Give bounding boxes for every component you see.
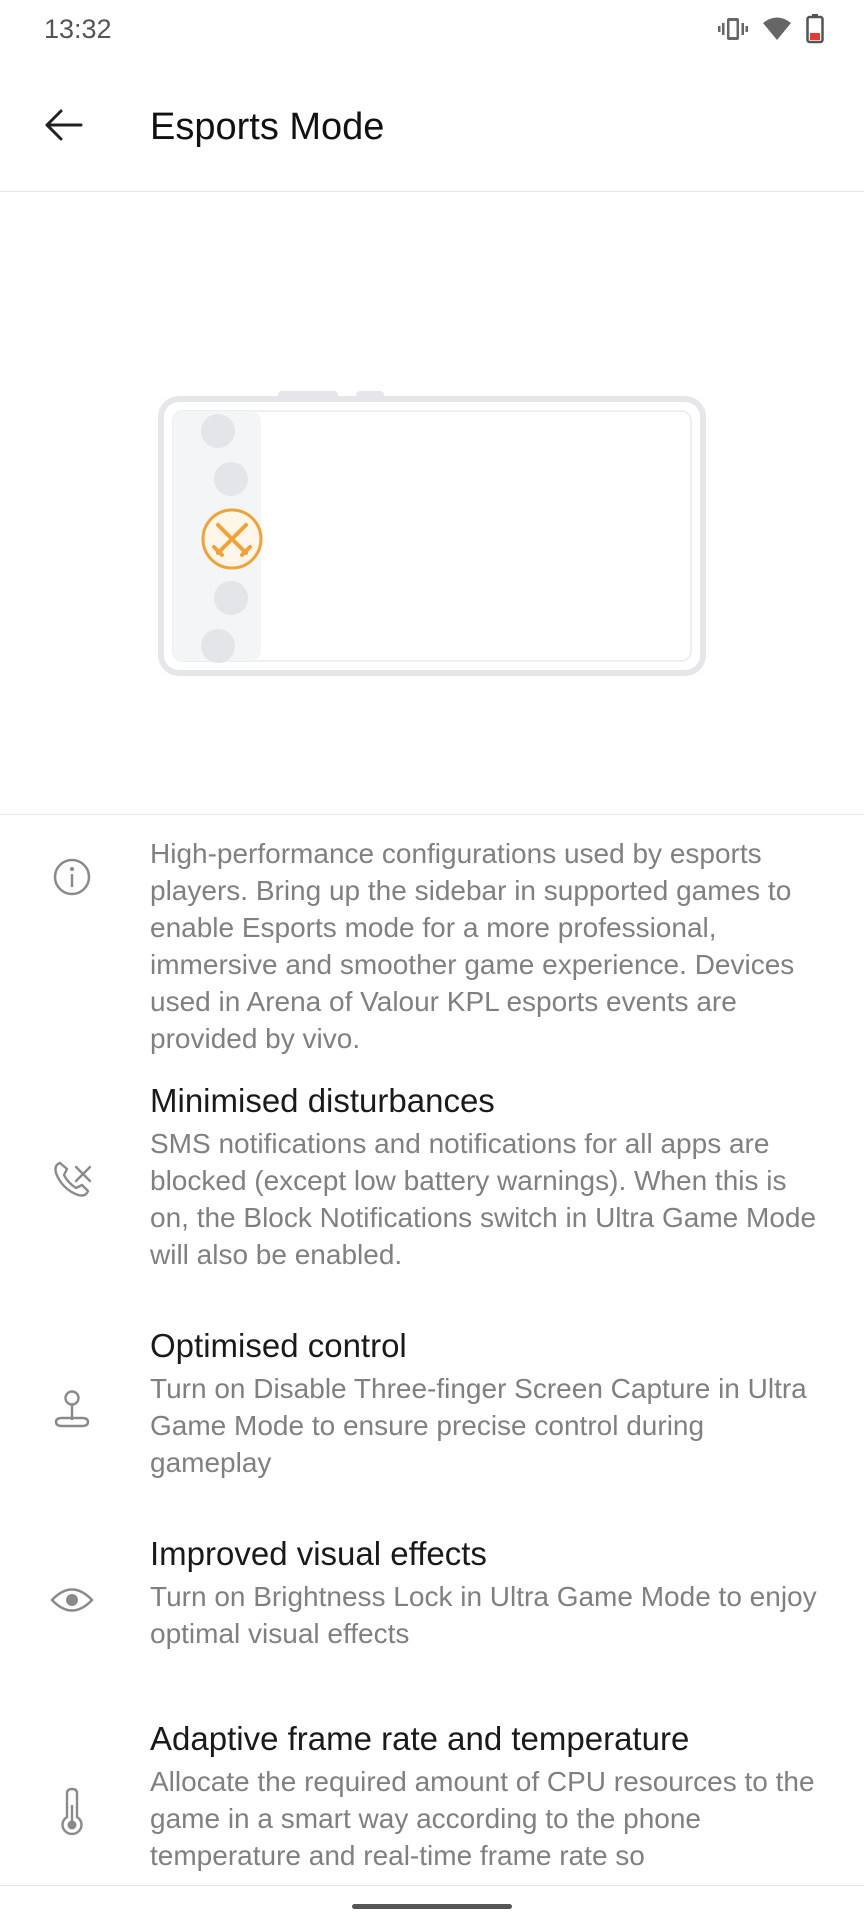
wifi-icon bbox=[762, 16, 792, 47]
info-text-block: High-performance configurations used by … bbox=[150, 835, 830, 1057]
esports-icon bbox=[201, 508, 263, 570]
content-list: High-performance configurations used by … bbox=[0, 815, 864, 1885]
thermometer-icon bbox=[48, 1787, 96, 1835]
feature-row-optimised-control: Optimised control Turn on Disable Three-… bbox=[0, 1324, 864, 1504]
joystick-icon bbox=[48, 1386, 96, 1434]
gesture-bar bbox=[0, 1885, 864, 1920]
feature-title: Minimised disturbances bbox=[150, 1082, 495, 1119]
info-icon bbox=[48, 853, 96, 901]
feature-row-minimised-disturbances: Minimised disturbances SMS notifications… bbox=[0, 1079, 864, 1299]
info-text: High-performance configurations used by … bbox=[150, 838, 795, 1054]
home-indicator[interactable] bbox=[352, 1904, 512, 1909]
app-bar: Esports Mode bbox=[0, 62, 864, 192]
phone-muted-icon bbox=[48, 1155, 96, 1203]
feature-title: Adaptive frame rate and temperature bbox=[150, 1720, 690, 1757]
feature-row-adaptive-frame-rate: Adaptive frame rate and temperature Allo… bbox=[0, 1717, 864, 1885]
status-time: 13:32 bbox=[44, 14, 112, 44]
back-arrow-icon bbox=[43, 108, 83, 147]
feature-row-improved-visual-effects: Improved visual effects Turn on Brightne… bbox=[0, 1532, 864, 1672]
esports-mode-screen: 13:32 Esports Mode High-performance conf… bbox=[0, 0, 864, 1920]
eye-icon bbox=[48, 1576, 96, 1624]
status-icons bbox=[718, 13, 824, 49]
battery-icon bbox=[806, 13, 824, 49]
hero-illustration bbox=[0, 193, 864, 815]
vibrate-icon bbox=[718, 15, 748, 48]
info-row: High-performance configurations used by … bbox=[0, 835, 864, 1065]
feature-text-block: Adaptive frame rate and temperature Allo… bbox=[150, 1717, 830, 1874]
feature-text-block: Improved visual effects Turn on Brightne… bbox=[150, 1532, 830, 1652]
feature-title: Optimised control bbox=[150, 1327, 407, 1364]
feature-description: Turn on Brightness Lock in Ultra Game Mo… bbox=[150, 1581, 817, 1649]
feature-description: Allocate the required amount of CPU reso… bbox=[150, 1766, 815, 1871]
feature-text-block: Optimised control Turn on Disable Three-… bbox=[150, 1324, 830, 1481]
page-title: Esports Mode bbox=[150, 106, 385, 148]
feature-description: SMS notifications and notifications for … bbox=[150, 1128, 817, 1270]
feature-text-block: Minimised disturbances SMS notifications… bbox=[150, 1079, 830, 1273]
feature-description: Turn on Disable Three-finger Screen Capt… bbox=[150, 1373, 807, 1478]
status-bar: 13:32 bbox=[0, 0, 864, 62]
feature-title: Improved visual effects bbox=[150, 1535, 487, 1572]
back-button[interactable] bbox=[28, 92, 98, 162]
